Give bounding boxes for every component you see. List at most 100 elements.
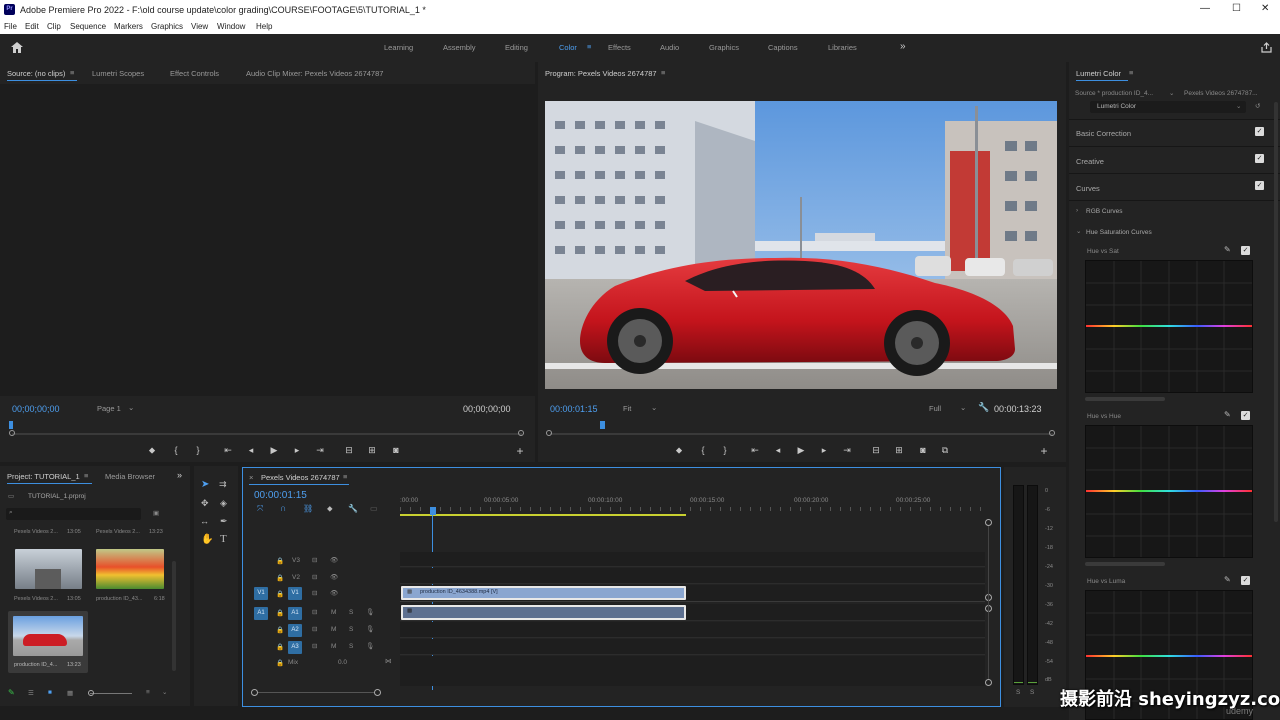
clip-thumbnail-car[interactable]	[13, 616, 83, 656]
more-workspaces-icon[interactable]: »	[900, 41, 906, 52]
horizontal-scrollbar-track[interactable]	[258, 692, 375, 693]
mute-button[interactable]: M	[331, 609, 336, 616]
lock-icon[interactable]: 🔒	[276, 574, 284, 582]
go-to-out-icon[interactable]: ⇥	[314, 445, 326, 456]
mark-out-icon[interactable]: }	[192, 445, 204, 455]
program-scrub-end[interactable]	[1049, 430, 1055, 436]
timeline-menu-icon[interactable]: ≡	[343, 472, 347, 481]
eyedropper-icon[interactable]: ✎	[1224, 410, 1231, 419]
zoom-slider[interactable]	[90, 693, 132, 694]
track-name-v2[interactable]: V2	[292, 574, 300, 581]
menu-help[interactable]: Help	[256, 22, 272, 31]
play-icon[interactable]: ▶	[795, 445, 807, 456]
selection-tool-icon[interactable]: ➤	[201, 479, 209, 490]
program-scrubber[interactable]	[550, 433, 1053, 435]
track-select-tool-icon[interactable]: ⇉	[219, 479, 227, 490]
mute-button[interactable]: M	[331, 643, 336, 650]
hue-vs-sat-checkbox[interactable]: ✓	[1241, 246, 1250, 255]
workspace-editing[interactable]: Editing	[505, 43, 528, 52]
share-icon[interactable]	[1261, 42, 1272, 53]
add-marker-icon[interactable]: ⬥	[146, 445, 158, 456]
snap-icon[interactable]: ∩	[280, 503, 286, 513]
vertical-zoom-top[interactable]	[985, 519, 992, 526]
menu-graphics[interactable]: Graphics	[151, 22, 183, 31]
icon-view-icon[interactable]: ■	[48, 689, 52, 696]
lock-icon[interactable]: 🔒	[276, 659, 284, 667]
new-bin-icon[interactable]: ▣	[153, 509, 159, 517]
mark-out-icon[interactable]: }	[719, 445, 731, 455]
tab-project[interactable]: Project: TUTORIAL_1	[7, 472, 80, 481]
track-name-v1[interactable]: V1	[288, 587, 302, 600]
menu-sequence[interactable]: Sequence	[70, 22, 106, 31]
freeform-view-icon[interactable]: ▦	[67, 689, 73, 697]
timeline-close-icon[interactable]: ×	[249, 473, 253, 482]
microphone-icon[interactable]: 🎙	[366, 608, 374, 616]
microphone-icon[interactable]: 🎙	[366, 642, 374, 650]
workspace-color[interactable]: Color	[559, 43, 577, 52]
menu-view[interactable]: View	[191, 22, 208, 31]
zoom-level-select[interactable]: Fit	[623, 404, 631, 413]
mute-button[interactable]: M	[331, 626, 336, 633]
track-name-a1[interactable]: A1	[288, 607, 302, 620]
source-patch-a1[interactable]: A1	[254, 607, 268, 620]
minimize-button[interactable]: —	[1200, 3, 1210, 14]
clip-thumbnail-flowers[interactable]	[96, 549, 164, 589]
lock-icon[interactable]: 🔒	[276, 609, 284, 617]
tab-effect-controls[interactable]: Effect Controls	[170, 69, 219, 78]
lumetri-preset-select[interactable]: Lumetri Color ⌄	[1090, 101, 1246, 113]
play-icon[interactable]: ▶	[268, 445, 280, 456]
zoom-slider-handle[interactable]	[88, 690, 94, 696]
sort-dropdown-icon[interactable]: ⌄	[162, 688, 167, 696]
lumetri-menu-icon[interactable]: ≡	[1129, 68, 1133, 77]
program-video-frame[interactable]	[545, 101, 1057, 389]
project-search-input[interactable]: ⌕	[6, 508, 141, 520]
creative-checkbox[interactable]: ✓	[1255, 154, 1264, 163]
rgb-curves-chevron-icon[interactable]: ›	[1076, 207, 1078, 214]
lift-icon[interactable]: ⊟	[870, 445, 882, 456]
tab-timeline[interactable]: Pexels Videos 2674787	[261, 473, 340, 482]
mark-in-icon[interactable]: {	[697, 445, 709, 455]
timeline-timecode[interactable]: 00:00:01:15	[254, 490, 307, 501]
eyedropper-icon[interactable]: ✎	[1224, 575, 1231, 584]
microphone-icon[interactable]: 🎙	[366, 625, 374, 633]
source-scrubber[interactable]	[12, 433, 522, 435]
vertical-scrollbar-track[interactable]	[988, 526, 989, 679]
hand-tool-icon[interactable]: ✋	[201, 534, 213, 545]
go-to-out-icon[interactable]: ⇥	[841, 445, 853, 456]
timeline-settings-icon[interactable]: 🔧	[348, 504, 358, 513]
section-basic-correction[interactable]: Basic Correction	[1076, 129, 1131, 138]
source-dropdown-icon[interactable]: ⌄	[1169, 89, 1174, 97]
tab-audio-clip-mixer[interactable]: Audio Clip Mixer: Pexels Videos 2674787	[246, 69, 383, 78]
wrench-icon[interactable]: 🔧	[978, 402, 989, 413]
insert-icon[interactable]: ⊟	[343, 445, 355, 456]
eye-icon[interactable]: 👁	[330, 556, 338, 564]
playback-resolution-select[interactable]: Full	[929, 404, 941, 413]
workspace-effects[interactable]: Effects	[608, 43, 631, 52]
project-scrollbar[interactable]	[172, 561, 176, 671]
resolution-dropdown-icon[interactable]: ⌄	[960, 403, 966, 412]
lock-icon[interactable]: 🔒	[276, 643, 284, 651]
tab-source[interactable]: Source: (no clips)	[7, 69, 65, 78]
eye-icon[interactable]: 👁	[330, 573, 338, 581]
program-menu-icon[interactable]: ≡	[661, 68, 665, 77]
maximize-button[interactable]: ☐	[1232, 3, 1241, 14]
menu-window[interactable]: Window	[217, 22, 245, 31]
sync-lock-icon[interactable]: ⊟	[312, 642, 317, 650]
source-timecode[interactable]: 00;00;00;00	[12, 404, 60, 414]
program-timecode[interactable]: 00:00:01:15	[550, 404, 598, 414]
add-button-icon[interactable]: +	[514, 444, 526, 458]
linked-selection-icon[interactable]: ⛓	[303, 504, 313, 513]
workspace-audio[interactable]: Audio	[660, 43, 679, 52]
add-marker-icon[interactable]: ⬥	[327, 504, 333, 514]
program-title[interactable]: Program: Pexels Videos 2674787	[545, 69, 657, 78]
track-name-a2[interactable]: A2	[288, 624, 302, 637]
go-to-in-icon[interactable]: ⇤	[749, 445, 761, 456]
rgb-curves-section[interactable]: RGB Curves	[1086, 208, 1122, 215]
razor-tool-icon[interactable]: ◈	[220, 498, 227, 509]
mix-value[interactable]: 0.0	[338, 659, 347, 666]
program-playhead[interactable]	[600, 421, 605, 429]
basic-correction-checkbox[interactable]: ✓	[1255, 127, 1264, 136]
add-button-icon[interactable]: +	[1038, 444, 1050, 458]
type-tool-icon[interactable]: T	[220, 533, 227, 545]
step-back-icon[interactable]: ◂	[772, 445, 784, 456]
